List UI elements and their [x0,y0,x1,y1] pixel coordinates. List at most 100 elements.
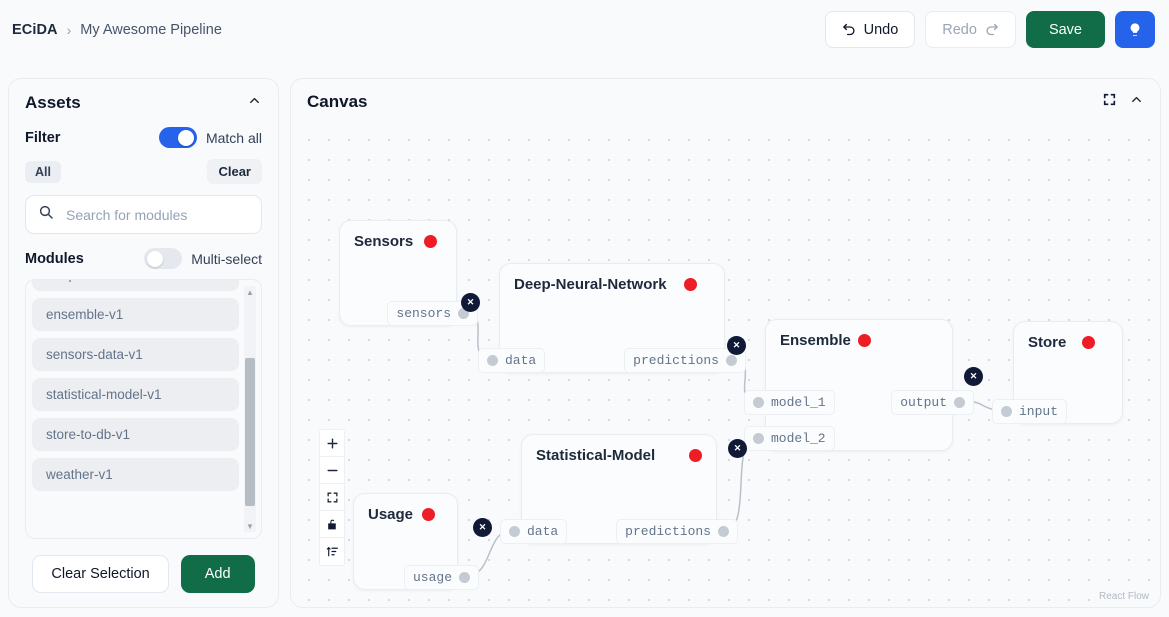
edge-delete-button[interactable]: ✕ [964,367,983,386]
edge-delete-button[interactable]: ✕ [727,336,746,355]
assets-panel-footer: Clear Selection Add [9,555,278,593]
flow-node[interactable]: Store input [992,321,1123,424]
port-handle[interactable] [954,397,965,408]
toggle-knob [146,250,163,267]
port-label: data [505,353,537,368]
filter-label: Filter [25,129,61,146]
port-handle[interactable] [509,526,520,537]
zoom-in-button[interactable] [320,430,344,457]
filter-chip-all[interactable]: All [25,160,61,183]
search-box[interactable] [25,195,262,234]
flow-node[interactable]: Statistical-Model data predictions [500,434,738,544]
port-label: predictions [625,524,711,539]
layout-button[interactable] [320,538,344,565]
zoom-out-button[interactable] [320,457,344,484]
module-list-item[interactable]: weather-v1 [32,458,239,491]
save-button[interactable]: Save [1025,11,1105,48]
flow-node[interactable]: Sensors sensors [339,220,478,326]
flow-node[interactable]: Usage usage [353,493,479,590]
clear-selection-button[interactable]: Clear Selection [32,555,169,593]
canvas-header-icons [1102,92,1144,112]
edge-delete-button[interactable]: ✕ [473,518,492,537]
edge-delete-button[interactable]: ✕ [461,293,480,312]
scroll-up-arrow-icon[interactable]: ▲ [244,286,256,298]
port-handle[interactable] [487,355,498,366]
redo-label: Redo [942,21,977,38]
react-flow-attribution[interactable]: React Flow [1094,590,1153,603]
node-title: Usage [368,506,414,523]
node-status-indicator [683,278,697,291]
redo-arrow-icon [984,22,999,37]
flow-node[interactable]: Deep-Neural-Network data predictions [478,263,746,373]
search-input[interactable] [64,205,249,224]
node-input-port[interactable]: input [992,399,1068,424]
lock-button[interactable] [320,511,344,538]
redo-button[interactable]: Redo [925,11,1016,48]
node-output-port[interactable]: predictions [616,519,738,544]
fit-view-button[interactable] [320,484,344,511]
port-label: output [900,395,947,410]
canvas-collapse-chevron-up-icon[interactable] [1129,92,1144,112]
port-label: model_1 [771,395,826,410]
add-button[interactable]: Add [180,555,255,593]
flow-node[interactable]: Ensemble model_1 model_2 output [744,319,974,451]
node-output-port[interactable]: usage [403,565,479,590]
node-status-indicator [858,334,872,347]
node-title: Statistical-Model [536,447,656,464]
modules-scrollbar[interactable]: ▲ ▼ [244,286,256,532]
module-list-item[interactable]: store-to-db-v1 [32,418,239,451]
toggle-knob [178,129,195,146]
breadcrumb-current[interactable]: My Awesome Pipeline [80,22,222,38]
edge-delete-button[interactable]: ✕ [728,439,747,458]
react-flow-canvas[interactable]: Sensors sensors Deep-Neural-Network data pre… [291,124,1160,607]
node-input-port[interactable]: data [478,348,546,373]
port-label: sensors [396,306,451,321]
canvas-panel-header: Canvas [291,79,1160,124]
top-bar: ECiDA › My Awesome Pipeline Undo Redo Sa… [0,0,1169,59]
port-handle[interactable] [753,397,764,408]
port-label: model_2 [771,431,826,446]
module-list-item[interactable]: ensemble-v1 [32,298,239,331]
modules-row: Modules Multi-select [9,234,278,269]
module-list-item[interactable]: statistical-model-v1 [32,378,239,411]
fullscreen-icon[interactable] [1102,92,1117,112]
multi-select-label: Multi-select [191,250,262,267]
port-label: data [527,524,559,539]
port-handle[interactable] [1001,406,1012,417]
node-input-port[interactable]: model_2 [744,426,835,451]
undo-arrow-icon [842,22,857,37]
clear-filters-button[interactable]: Clear [207,159,262,184]
match-all-group: Match all [158,127,262,148]
assets-panel-header: Assets [9,79,278,113]
node-output-port[interactable]: output [891,390,974,415]
scroll-down-arrow-icon[interactable]: ▼ [244,520,256,532]
hint-button[interactable] [1115,11,1155,48]
canvas-title: Canvas [307,91,368,111]
port-label: usage [412,570,452,585]
port-handle[interactable] [726,355,737,366]
module-list-item[interactable]: sensors-data-v1 [32,338,239,371]
modules-list[interactable]: deep-neural-network-v1 ensemble-v1 sensors… [25,279,262,539]
node-status-indicator [421,508,435,521]
node-title: Ensemble [780,332,851,349]
multi-select-toggle[interactable] [144,248,183,269]
assets-panel: Assets Filter Match all All Clear Module… [8,78,279,608]
port-handle[interactable] [459,572,470,583]
chevron-up-icon[interactable] [247,93,262,113]
undo-button[interactable]: Undo [824,11,916,48]
node-input-port[interactable]: model_1 [744,390,835,415]
modules-list-items: deep-neural-network-v1 ensemble-v1 sensors… [32,280,239,491]
breadcrumb-separator-icon: › [66,21,72,38]
port-handle[interactable] [718,526,729,537]
lightbulb-icon [1127,22,1143,38]
scrollbar-thumb[interactable] [245,358,255,506]
filter-chips-row: All Clear [9,148,278,184]
node-output-port[interactable]: predictions [624,348,746,373]
node-title: Store [1028,334,1067,351]
match-all-toggle[interactable] [158,127,197,148]
port-label: input [1019,404,1059,419]
node-input-port[interactable]: data [500,519,568,544]
port-handle[interactable] [753,433,764,444]
breadcrumb-root[interactable]: ECiDA [12,22,58,38]
module-list-item[interactable]: deep-neural-network-v1 [32,280,239,291]
